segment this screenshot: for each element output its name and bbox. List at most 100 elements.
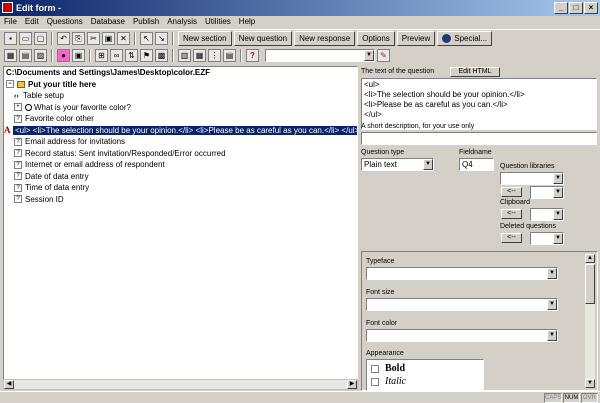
- question-type-select[interactable]: Plain text ▼: [361, 158, 434, 171]
- new-question-button[interactable]: New question: [233, 30, 293, 46]
- clipboard-select[interactable]: ▼: [530, 208, 564, 221]
- menu-help[interactable]: Help: [239, 16, 255, 28]
- menu-bar: File Edit Questions Database Publish Ana…: [0, 16, 600, 28]
- bold-row[interactable]: Bold: [371, 362, 479, 375]
- tree-item-selected[interactable]: A <ul> <li>The selection should be your o…: [4, 125, 357, 137]
- font-color-select[interactable]: ▼: [366, 329, 558, 342]
- preview-button[interactable]: Preview: [396, 30, 436, 46]
- menu-publish[interactable]: Publish: [133, 16, 159, 28]
- tree-item-label: Record status: Sent invitation/Responded…: [25, 148, 226, 158]
- undo-icon[interactable]: ↶: [57, 31, 70, 45]
- picture-icon[interactable]: ▩: [155, 49, 168, 62]
- title-bar: Edit form - _ □ ×: [0, 0, 600, 16]
- menu-analysis[interactable]: Analysis: [167, 16, 197, 28]
- paste-icon[interactable]: ▣: [102, 31, 115, 45]
- layout-icon[interactable]: ⊞: [95, 49, 108, 62]
- link-icon[interactable]: ∞: [110, 49, 123, 62]
- status-bar: CAPS NUM OVR: [0, 391, 600, 403]
- minimize-button[interactable]: _: [554, 2, 568, 14]
- tree-item-label: Table setup: [23, 91, 64, 100]
- tree-item[interactable]: + What is your favorite color?: [4, 102, 357, 114]
- new-response-button[interactable]: New response: [294, 30, 356, 46]
- window-icon[interactable]: ▢: [34, 31, 47, 45]
- grid-icon[interactable]: ▦: [4, 49, 17, 62]
- help-icon[interactable]: ?: [246, 49, 259, 62]
- maximize-button[interactable]: □: [569, 2, 583, 14]
- italic-checkbox[interactable]: [371, 377, 379, 386]
- num-indicator: NUM: [563, 393, 580, 403]
- library-items-select[interactable]: ▼: [530, 186, 564, 199]
- tree-item[interactable]: ? Session ID: [4, 194, 357, 206]
- bold-checkbox[interactable]: [371, 364, 379, 373]
- tree-item[interactable]: ? Time of data entry: [4, 182, 357, 194]
- flag-icon[interactable]: ⚑: [140, 49, 153, 62]
- deleted-select[interactable]: ▼: [530, 232, 564, 245]
- delete-icon[interactable]: ✕: [117, 31, 130, 45]
- scroll-right-icon[interactable]: ▶: [347, 380, 357, 389]
- tree-item[interactable]: ? Date of data entry: [4, 171, 357, 183]
- menu-questions[interactable]: Questions: [47, 16, 83, 28]
- question-editor-panel: The text of the question Edit HTML <ul> …: [360, 66, 598, 391]
- close-button[interactable]: ×: [584, 2, 598, 14]
- move-up-icon[interactable]: ↖: [140, 31, 153, 45]
- move-down-icon[interactable]: ↘: [155, 31, 168, 45]
- cut-icon[interactable]: ✂: [87, 31, 100, 45]
- spell-check-icon[interactable]: ✎: [377, 49, 390, 62]
- tree-item[interactable]: ? Email address for invitations: [4, 136, 357, 148]
- library-insert-button[interactable]: <--: [501, 187, 522, 197]
- radio-icon: [25, 103, 32, 111]
- tree-root[interactable]: − Put your title here: [4, 79, 357, 91]
- bold-label: Bold: [385, 363, 406, 374]
- menu-edit[interactable]: Edit: [25, 16, 39, 28]
- tree-item[interactable]: ? Favorite color other: [4, 113, 357, 125]
- scroll-thumb[interactable]: [585, 264, 595, 304]
- tree-item[interactable]: ? Record status: Sent invitation/Responde…: [4, 148, 357, 160]
- expand-icon[interactable]: +: [14, 103, 22, 112]
- font-size-label: Font size: [366, 289, 395, 296]
- menu-utilities[interactable]: Utilities: [205, 16, 231, 28]
- collapse-icon[interactable]: −: [6, 80, 14, 89]
- toolbar-secondary: ▦ ▤ ▨ ● ▣ ⊞ ∞ ⇅ ⚑ ▩ ▥ ▦ ⋮ ▤ ? ▼ ✎: [0, 47, 600, 64]
- toolbar-dropdown[interactable]: ▼: [265, 49, 375, 62]
- fieldname-input[interactable]: Q4: [459, 158, 494, 171]
- new-section-button[interactable]: New section: [178, 30, 232, 46]
- deleted-insert-button[interactable]: <--: [501, 233, 522, 243]
- text-a-icon: A: [4, 124, 11, 135]
- tree-horizontal-scrollbar[interactable]: ◀ ▶: [3, 379, 358, 390]
- image-icon[interactable]: ▨: [34, 49, 47, 62]
- tree-item[interactable]: ? Internet or email address of respondent: [4, 159, 357, 171]
- save-icon[interactable]: ▪: [4, 31, 17, 45]
- special-button[interactable]: Special...: [437, 30, 493, 46]
- tree-item[interactable]: ‹› Table setup: [4, 90, 357, 102]
- typeface-select[interactable]: ▼: [366, 267, 558, 280]
- menu-database[interactable]: Database: [91, 16, 125, 28]
- format-vertical-scrollbar[interactable]: ▲ ▼: [585, 254, 595, 388]
- special-icon: [442, 33, 452, 43]
- short-desc-input[interactable]: [361, 132, 597, 145]
- palette-icon[interactable]: ●: [57, 49, 70, 62]
- copy-icon[interactable]: ⎘: [72, 31, 85, 45]
- edit-html-button[interactable]: Edit HTML: [450, 67, 500, 77]
- italic-row[interactable]: Italic: [371, 375, 479, 388]
- question-icon: ?: [14, 172, 22, 181]
- print-icon[interactable]: ▭: [19, 31, 32, 45]
- options-button[interactable]: Options: [357, 30, 395, 46]
- scroll-down-icon[interactable]: ▼: [585, 379, 595, 388]
- clipboard-insert-button[interactable]: <--: [501, 209, 522, 219]
- font-size-select[interactable]: ▼: [366, 298, 558, 311]
- scroll-left-icon[interactable]: ◀: [4, 380, 14, 389]
- column-icon[interactable]: ▦: [193, 49, 206, 62]
- question-icon: ?: [14, 149, 22, 158]
- menu-file[interactable]: File: [4, 16, 17, 28]
- scroll-up-icon[interactable]: ▲: [585, 254, 595, 263]
- form-icon[interactable]: ▤: [223, 49, 236, 62]
- libraries-select[interactable]: ▼: [500, 172, 564, 185]
- sort-icon[interactable]: ⇅: [125, 49, 138, 62]
- question-tree[interactable]: C:\Documents and Settings\James\Desktop\…: [3, 66, 358, 390]
- clipboard-label: Clipboard: [500, 199, 530, 206]
- list-icon[interactable]: ⋮: [208, 49, 221, 62]
- question-text-line: <li>Please be as careful as you can.</li…: [364, 100, 508, 109]
- photo-icon[interactable]: ▣: [72, 49, 85, 62]
- bar-icon[interactable]: ▥: [178, 49, 191, 62]
- table-icon[interactable]: ▤: [19, 49, 32, 62]
